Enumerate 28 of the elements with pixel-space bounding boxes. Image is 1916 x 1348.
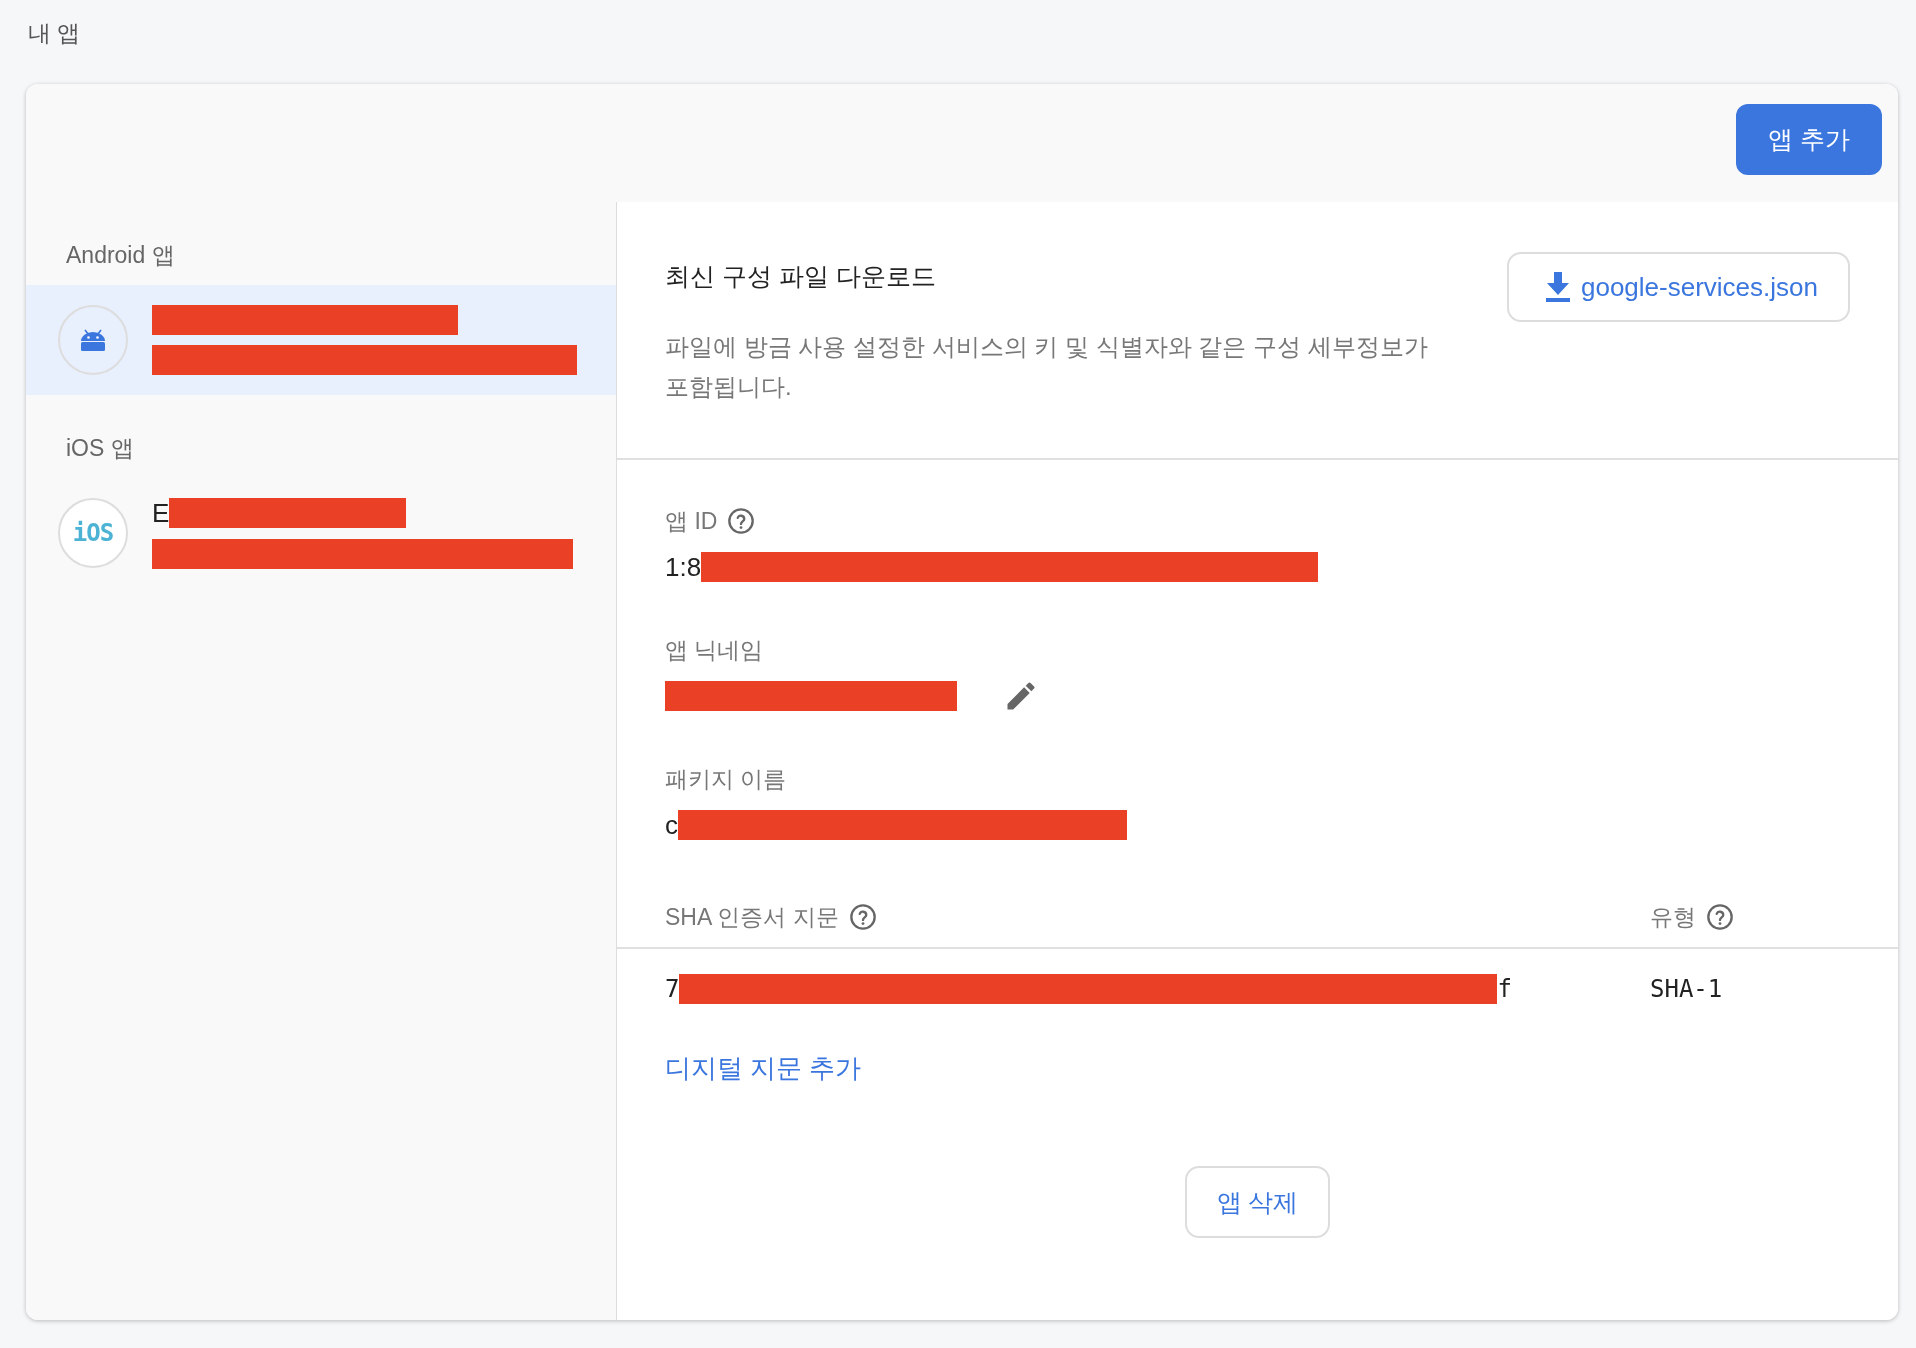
- field-label: 패키지 이름: [665, 764, 787, 794]
- group-heading: iOS 앱: [65, 434, 135, 463]
- value-text: c: [665, 809, 678, 841]
- add-fingerprint-link[interactable]: 디지털 지문 추가: [665, 1051, 862, 1086]
- download-icon: [1545, 272, 1571, 302]
- app-list-item[interactable]: [26, 285, 616, 395]
- field-label: 앱 ID: [665, 506, 718, 536]
- add-app-button[interactable]: 앱 추가: [1736, 104, 1882, 175]
- download-button[interactable]: google-services.json: [1507, 252, 1850, 322]
- help-icon[interactable]: [848, 903, 877, 931]
- description-text: 파일에 방금 사용 설정한 서비스의 키 및 식별자와 같은 구성 세부정보가 포함됩니다.: [665, 332, 1429, 402]
- app-list-item[interactable]: iOS E: [26, 478, 616, 588]
- field-label: 앱 닉네임: [665, 635, 764, 665]
- help-icon[interactable]: [1706, 903, 1734, 931]
- android-icon: [80, 329, 106, 351]
- column-header: SHA 인증서 지문: [665, 902, 839, 932]
- value-text: 1:8: [665, 551, 702, 583]
- value-text: E: [152, 497, 170, 529]
- value-text: 7: [665, 975, 680, 1003]
- ios-logo: iOS: [72, 519, 114, 547]
- group-heading: Android 앱: [65, 241, 176, 270]
- column-header: 유형: [1650, 902, 1696, 932]
- delete-app-button[interactable]: 앱 삭제: [1184, 1166, 1331, 1238]
- value-text: f: [1497, 975, 1512, 1003]
- page-title: 내 앱: [28, 19, 82, 48]
- help-icon[interactable]: [727, 507, 756, 535]
- section-heading: 최신 구성 파일 다운로드: [665, 261, 937, 292]
- type-cell-text: SHA-1: [1650, 975, 1724, 1003]
